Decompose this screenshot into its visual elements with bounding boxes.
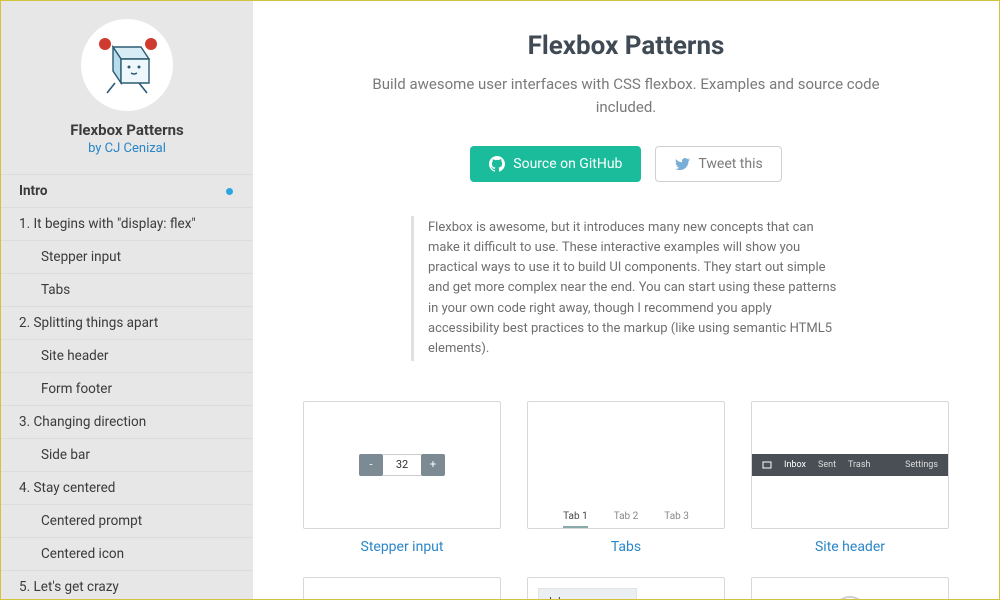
active-dot-icon bbox=[226, 188, 233, 195]
nav-section-3[interactable]: 3. Changing direction bbox=[1, 405, 253, 438]
card-form-footer[interactable] bbox=[303, 577, 501, 599]
inbox-icon bbox=[762, 460, 772, 470]
card-tabs[interactable]: Tab 1 Tab 2 Tab 3 Tabs bbox=[527, 401, 725, 555]
sidebar-title: Flexbox Patterns bbox=[1, 121, 253, 139]
nav-side-bar[interactable]: Side bar bbox=[1, 438, 253, 471]
nav-site-header[interactable]: Site header bbox=[1, 339, 253, 372]
card-preview: Inbox Contacts bbox=[527, 577, 725, 599]
smiley-icon bbox=[833, 596, 867, 599]
logo-wrap bbox=[1, 19, 253, 111]
logo bbox=[81, 19, 173, 111]
list-demo: Inbox Contacts bbox=[538, 588, 637, 599]
page-subtitle: Build awesome user interfaces with CSS f… bbox=[366, 73, 886, 118]
nav-intro[interactable]: Intro bbox=[1, 174, 253, 207]
tabs-demo: Tab 1 Tab 2 Tab 3 bbox=[528, 511, 724, 528]
examples-row-1: - 32 + Stepper input Tab 1 Tab 2 Tab 3 T… bbox=[303, 401, 949, 555]
sidebar: Flexbox Patterns by CJ Cenizal Intro 1. … bbox=[1, 1, 253, 599]
sidebar-nav: Intro 1. It begins with "display: flex" … bbox=[1, 174, 253, 599]
card-centered-prompt[interactable] bbox=[751, 577, 949, 599]
stepper-minus: - bbox=[359, 454, 383, 476]
nav-section-2[interactable]: 2. Splitting things apart bbox=[1, 306, 253, 339]
tweet-button[interactable]: Tweet this bbox=[655, 146, 781, 182]
sidebar-author[interactable]: by CJ Cenizal bbox=[1, 141, 253, 156]
nav-section-1[interactable]: 1. It begins with "display: flex" bbox=[1, 207, 253, 240]
card-label: Site header bbox=[815, 539, 885, 555]
card-preview bbox=[751, 577, 949, 599]
github-icon bbox=[489, 156, 505, 172]
nav-centered-prompt[interactable]: Centered prompt bbox=[1, 504, 253, 537]
card-preview: - 32 + bbox=[303, 401, 501, 529]
card-side-bar[interactable]: Inbox Contacts bbox=[527, 577, 725, 599]
card-stepper-input[interactable]: - 32 + Stepper input bbox=[303, 401, 501, 555]
intro-paragraph: Flexbox is awesome, but it introduces ma… bbox=[411, 216, 841, 361]
card-preview bbox=[303, 577, 501, 599]
card-label: Stepper input bbox=[361, 539, 444, 555]
nav-section-5[interactable]: 5. Let's get crazy bbox=[1, 570, 253, 599]
button-row: Source on GitHub Tweet this bbox=[303, 146, 949, 182]
nav-centered-icon[interactable]: Centered icon bbox=[1, 537, 253, 570]
main-content: Flexbox Patterns Build awesome user inte… bbox=[253, 1, 999, 599]
examples-row-2: Inbox Contacts bbox=[303, 577, 949, 599]
twitter-icon bbox=[674, 156, 690, 172]
card-site-header[interactable]: Inbox Sent Trash Settings Site header bbox=[751, 401, 949, 555]
siteheader-demo: Inbox Sent Trash Settings bbox=[752, 454, 948, 476]
stepper-plus: + bbox=[421, 454, 445, 476]
nav-form-footer[interactable]: Form footer bbox=[1, 372, 253, 405]
nav-section-4[interactable]: 4. Stay centered bbox=[1, 471, 253, 504]
nav-stepper-input[interactable]: Stepper input bbox=[1, 240, 253, 273]
card-preview: Inbox Sent Trash Settings bbox=[751, 401, 949, 529]
cube-mascot-icon bbox=[91, 29, 163, 101]
card-preview: Tab 1 Tab 2 Tab 3 bbox=[527, 401, 725, 529]
nav-tabs[interactable]: Tabs bbox=[1, 273, 253, 306]
page-title: Flexbox Patterns bbox=[303, 31, 949, 61]
stepper-value: 32 bbox=[383, 454, 421, 476]
card-label: Tabs bbox=[611, 539, 641, 555]
github-button[interactable]: Source on GitHub bbox=[470, 146, 641, 182]
stepper-demo: - 32 + bbox=[359, 454, 445, 476]
